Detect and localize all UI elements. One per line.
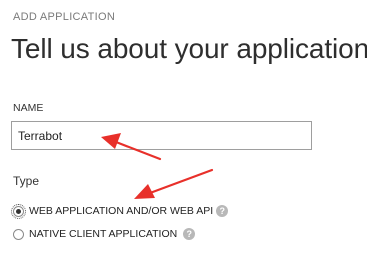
type-label: Type — [13, 174, 40, 188]
help-icon[interactable]: ? — [216, 205, 229, 217]
radio-button-web-application[interactable] — [11, 203, 26, 219]
radio-option-web-application[interactable]: WEB APPLICATION AND/OR WEB API ? — [11, 203, 229, 219]
add-application-dialog: ADD APPLICATION Tell us about your appli… — [0, 0, 367, 267]
name-input[interactable] — [11, 121, 312, 150]
radio-option-native-client[interactable]: NATIVE CLIENT APPLICATION ? — [13, 226, 196, 242]
dialog-subtitle: ADD APPLICATION — [13, 11, 116, 23]
radio-label-web-application: WEB APPLICATION AND/OR WEB API — [29, 205, 214, 217]
radio-button-native-client[interactable] — [13, 228, 24, 240]
page-title: Tell us about your application — [11, 33, 367, 64]
name-field-label: NAME — [13, 102, 44, 114]
radio-label-native-client: NATIVE CLIENT APPLICATION — [29, 228, 178, 240]
help-icon[interactable]: ? — [183, 228, 196, 240]
arrow-to-web-application-option — [134, 168, 214, 199]
